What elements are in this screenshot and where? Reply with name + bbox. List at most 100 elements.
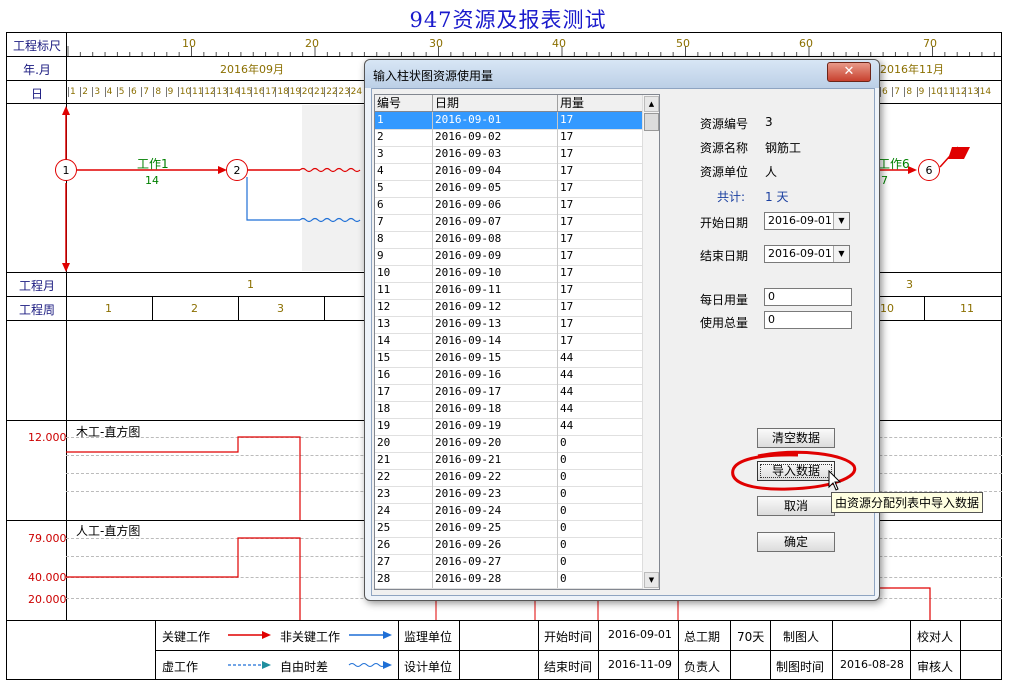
table-cell[interactable]: 4 (375, 163, 433, 180)
close-icon[interactable]: ✕ (827, 62, 871, 82)
start-date-picker[interactable]: 2016-09-01 ▼ (764, 212, 850, 230)
dialog-titlebar[interactable]: 输入柱状图资源使用量 ✕ (365, 60, 879, 88)
table-row[interactable]: 10 2016-09-10 17 (375, 265, 647, 283)
table-cell[interactable]: 27 (375, 554, 433, 571)
table-cell[interactable]: 8 (375, 231, 433, 248)
table-cell[interactable]: 2016-09-18 (433, 401, 558, 418)
table-cell[interactable]: 25 (375, 520, 433, 537)
table-cell[interactable]: 2016-09-08 (433, 231, 558, 248)
table-cell[interactable]: 19 (375, 418, 433, 435)
table-row[interactable]: 27 2016-09-27 0 (375, 554, 647, 572)
table-cell[interactable]: 2 (375, 129, 433, 146)
table-cell[interactable]: 2016-09-24 (433, 503, 558, 520)
total-usage-input[interactable]: 0 (764, 311, 852, 329)
table-row[interactable]: 26 2016-09-26 0 (375, 537, 647, 555)
table-cell[interactable]: 17 (558, 197, 647, 214)
table-cell[interactable]: 0 (558, 554, 647, 571)
clear-data-button[interactable]: 清空数据 (757, 428, 835, 448)
table-cell[interactable]: 2016-09-07 (433, 214, 558, 231)
table-row[interactable]: 19 2016-09-19 44 (375, 418, 647, 436)
daily-usage-input[interactable]: 0 (764, 288, 852, 306)
table-cell[interactable]: 16 (375, 367, 433, 384)
table-row[interactable]: 22 2016-09-22 0 (375, 469, 647, 487)
table-row[interactable]: 14 2016-09-14 17 (375, 333, 647, 351)
table-cell[interactable]: 17 (558, 248, 647, 265)
table-row[interactable]: 20 2016-09-20 0 (375, 435, 647, 453)
table-cell[interactable]: 0 (558, 503, 647, 520)
table-cell[interactable]: 12 (375, 299, 433, 316)
table-cell[interactable]: 17 (558, 180, 647, 197)
usage-grid[interactable]: 编号 日期 用量 1 2016-09-01 17 2 2016-09-02 17 3 2016… (374, 94, 660, 590)
table-cell[interactable]: 6 (375, 197, 433, 214)
table-cell[interactable]: 0 (558, 486, 647, 503)
table-cell[interactable]: 2016-09-17 (433, 384, 558, 401)
table-row[interactable]: 23 2016-09-23 0 (375, 486, 647, 504)
table-cell[interactable]: 18 (375, 401, 433, 418)
table-cell[interactable]: 5 (375, 180, 433, 197)
table-cell[interactable]: 17 (558, 214, 647, 231)
table-row[interactable]: 11 2016-09-11 17 (375, 282, 647, 300)
column-header-amount[interactable]: 用量 (558, 95, 647, 111)
table-cell[interactable]: 2016-09-15 (433, 350, 558, 367)
table-cell[interactable]: 17 (558, 129, 647, 146)
table-row[interactable]: 16 2016-09-16 44 (375, 367, 647, 385)
table-cell[interactable]: 2016-09-20 (433, 435, 558, 452)
table-cell[interactable]: 0 (558, 571, 647, 588)
table-cell[interactable]: 2016-09-05 (433, 180, 558, 197)
table-cell[interactable]: 17 (558, 316, 647, 333)
table-cell[interactable]: 2016-09-23 (433, 486, 558, 503)
scroll-up-icon[interactable]: ▲ (644, 96, 659, 112)
table-cell[interactable]: 22 (375, 469, 433, 486)
table-cell[interactable]: 0 (558, 520, 647, 537)
table-cell[interactable]: 2016-09-27 (433, 554, 558, 571)
table-cell[interactable]: 0 (558, 435, 647, 452)
table-cell[interactable]: 0 (558, 469, 647, 486)
table-cell[interactable]: 17 (558, 282, 647, 299)
table-cell[interactable]: 2016-09-21 (433, 452, 558, 469)
table-cell[interactable]: 44 (558, 384, 647, 401)
table-cell[interactable]: 3 (375, 146, 433, 163)
table-cell[interactable]: 0 (558, 452, 647, 469)
table-cell[interactable]: 2016-09-16 (433, 367, 558, 384)
table-row[interactable]: 21 2016-09-21 0 (375, 452, 647, 470)
table-row[interactable]: 17 2016-09-17 44 (375, 384, 647, 402)
table-cell[interactable]: 17 (558, 112, 647, 129)
table-cell[interactable]: 14 (375, 333, 433, 350)
table-cell[interactable]: 11 (375, 282, 433, 299)
table-cell[interactable]: 2016-09-12 (433, 299, 558, 316)
scroll-thumb[interactable] (644, 113, 659, 131)
table-row[interactable]: 3 2016-09-03 17 (375, 146, 647, 164)
table-cell[interactable]: 21 (375, 452, 433, 469)
table-cell[interactable]: 44 (558, 401, 647, 418)
table-row[interactable]: 25 2016-09-25 0 (375, 520, 647, 538)
table-row[interactable]: 24 2016-09-24 0 (375, 503, 647, 521)
table-cell[interactable]: 23 (375, 486, 433, 503)
end-date-picker[interactable]: 2016-09-01 ▼ (764, 245, 850, 263)
scroll-down-icon[interactable]: ▼ (644, 572, 659, 588)
table-cell[interactable]: 26 (375, 537, 433, 554)
table-cell[interactable]: 2016-09-14 (433, 333, 558, 350)
table-cell[interactable]: 2016-09-19 (433, 418, 558, 435)
cancel-button[interactable]: 取消 (757, 496, 835, 516)
table-cell[interactable]: 13 (375, 316, 433, 333)
table-cell[interactable]: 10 (375, 265, 433, 282)
table-row[interactable]: 9 2016-09-09 17 (375, 248, 647, 266)
table-row[interactable]: 4 2016-09-04 17 (375, 163, 647, 181)
table-cell[interactable]: 44 (558, 367, 647, 384)
grid-scrollbar[interactable]: ▲ ▼ (642, 95, 659, 589)
table-cell[interactable]: 7 (375, 214, 433, 231)
table-cell[interactable]: 2016-09-25 (433, 520, 558, 537)
table-cell[interactable]: 17 (375, 384, 433, 401)
ok-button[interactable]: 确定 (757, 532, 835, 552)
table-cell[interactable]: 44 (558, 418, 647, 435)
table-cell[interactable]: 17 (558, 333, 647, 350)
table-cell[interactable]: 2016-09-01 (433, 112, 558, 129)
table-row[interactable]: 5 2016-09-05 17 (375, 180, 647, 198)
table-cell[interactable]: 44 (558, 350, 647, 367)
table-cell[interactable]: 2016-09-13 (433, 316, 558, 333)
column-header-date[interactable]: 日期 (433, 95, 558, 111)
table-cell[interactable]: 2016-09-03 (433, 146, 558, 163)
table-row[interactable]: 8 2016-09-08 17 (375, 231, 647, 249)
table-cell[interactable]: 17 (558, 146, 647, 163)
table-row[interactable]: 13 2016-09-13 17 (375, 316, 647, 334)
